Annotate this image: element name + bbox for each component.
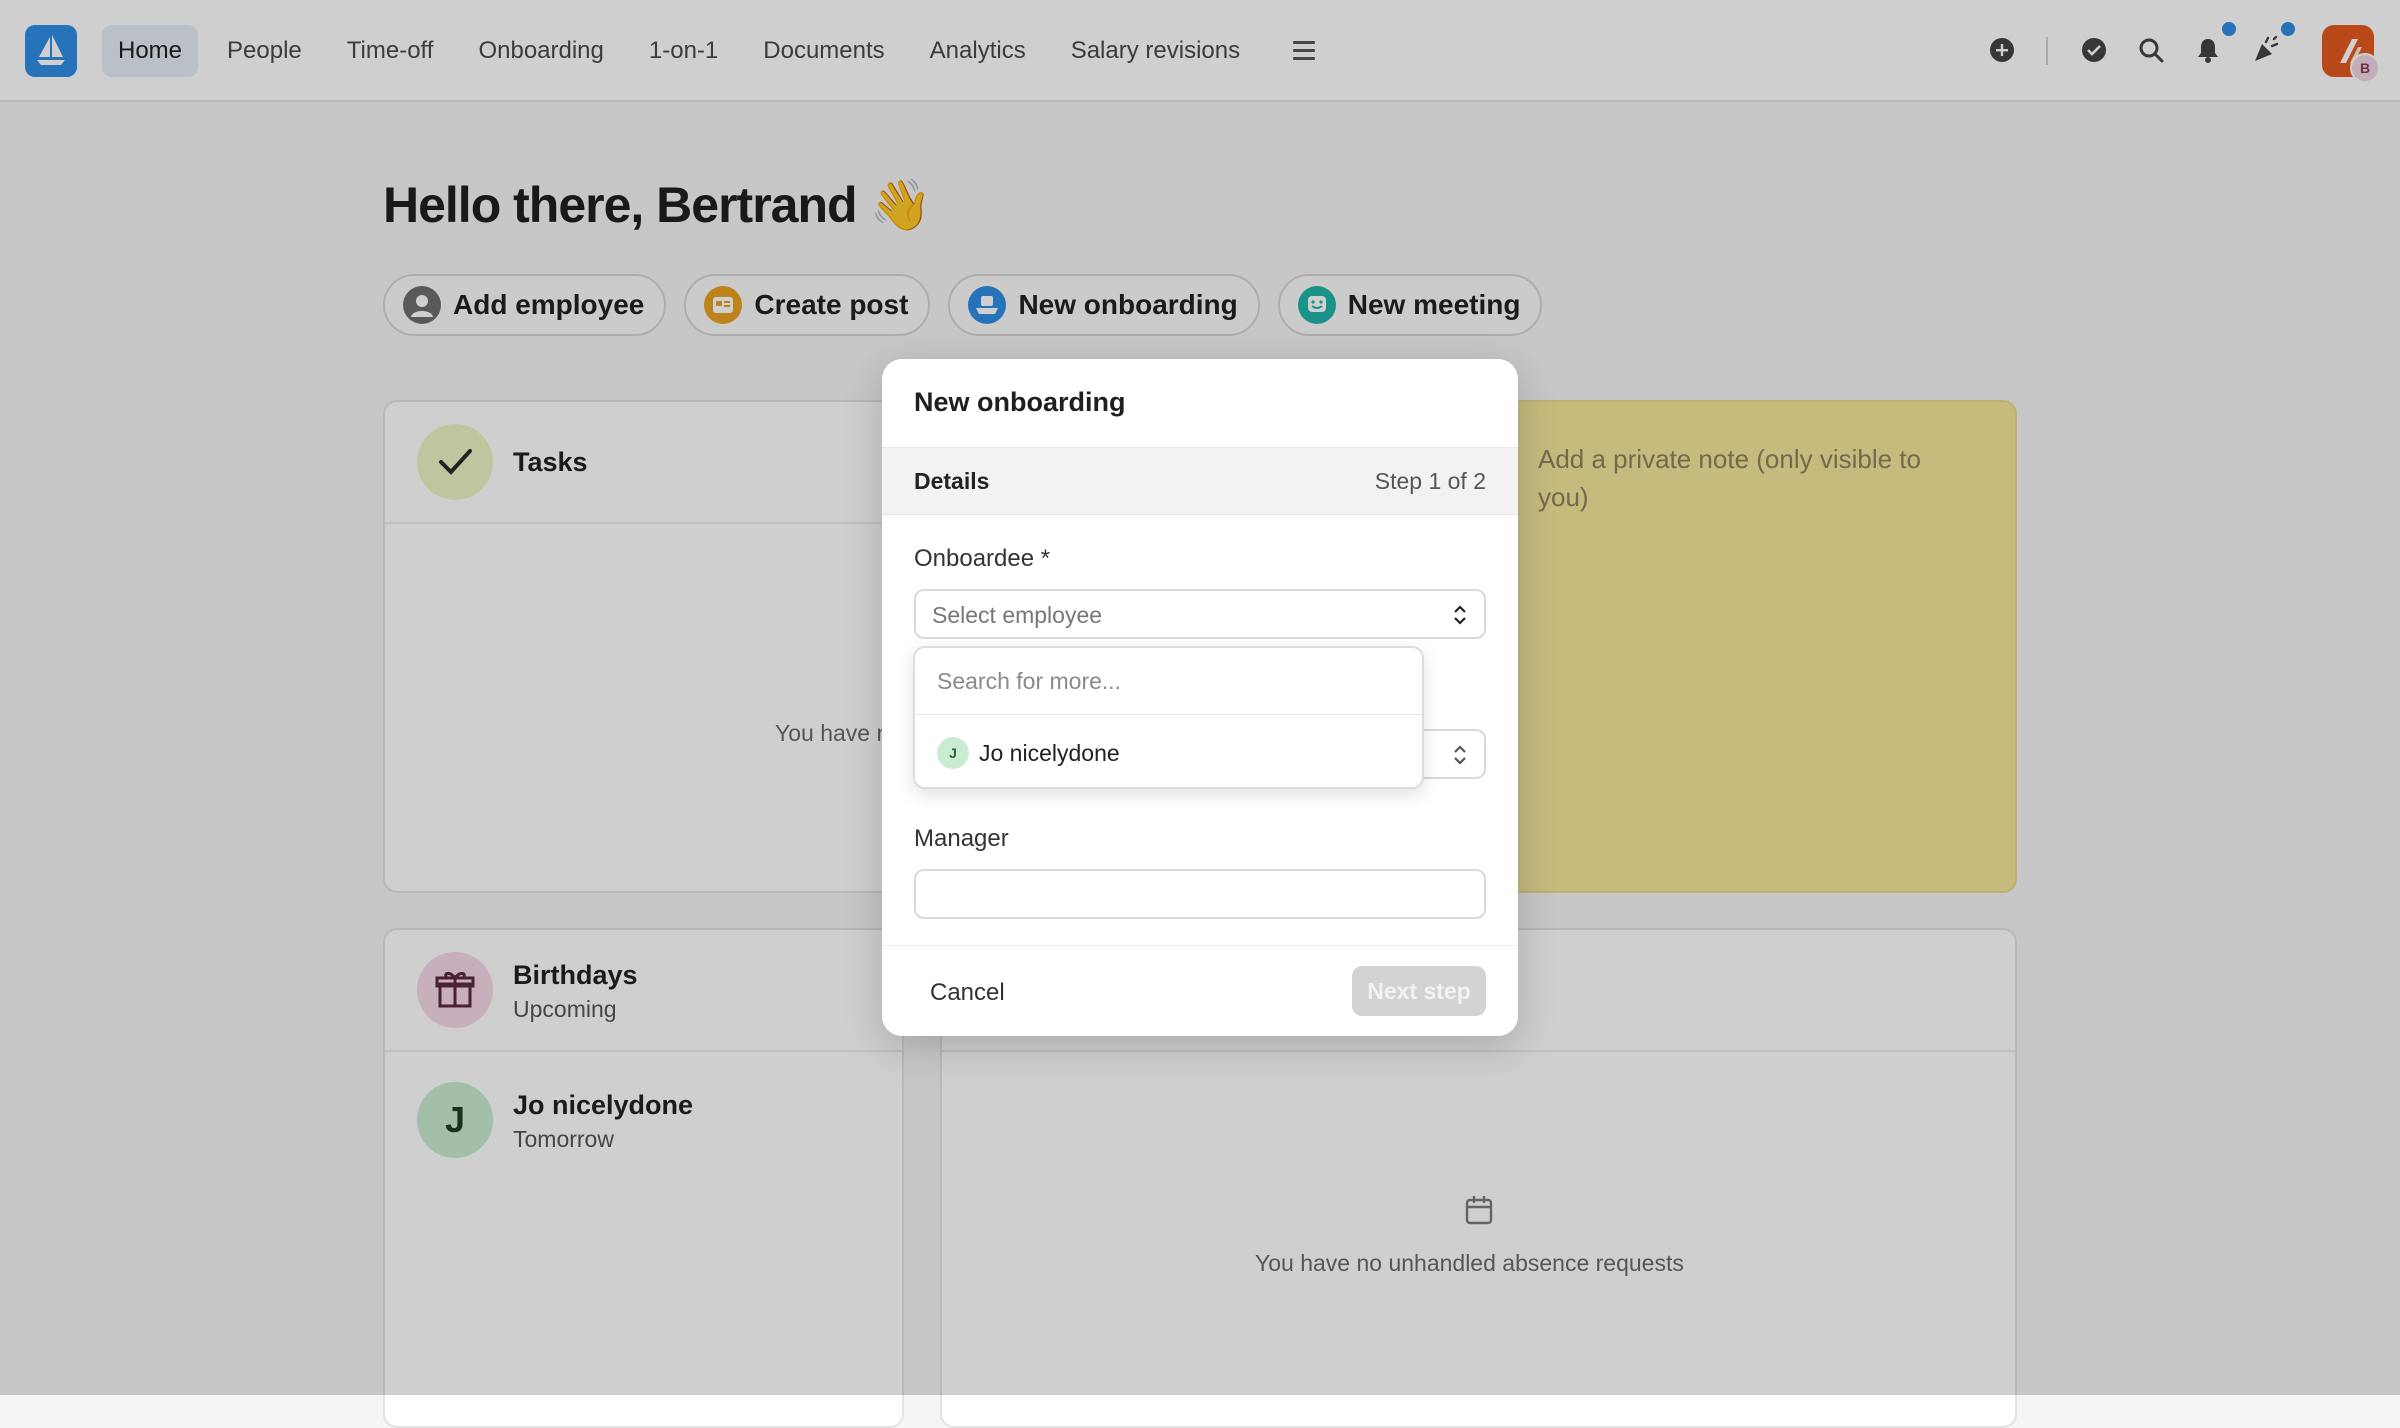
next-step-button[interactable]: Next step	[1352, 966, 1486, 1016]
dropdown-option-jo-nicelydone[interactable]: Jo nicelydone	[979, 740, 1120, 767]
onboardee-placeholder: Select employee	[932, 602, 1103, 628]
dialog-title: New onboarding	[914, 387, 1126, 417]
employee-dropdown: Search for more... J Jo nicelydone	[913, 646, 1424, 789]
chevron-up-down-icon	[1454, 605, 1466, 625]
chevron-up-down-icon	[1454, 745, 1466, 765]
dialog-footer-divider	[882, 945, 1518, 946]
step-indicator: Step 1 of 2	[1374, 468, 1486, 494]
onboardee-label: Onboardee *	[914, 545, 1051, 572]
dialog-step-bar: Details Step 1 of 2	[882, 447, 1518, 515]
onboardee-select[interactable]: Select employee	[914, 589, 1486, 639]
manager-field[interactable]	[914, 869, 1486, 919]
manager-label: Manager	[914, 825, 1009, 852]
cancel-button[interactable]: Cancel	[914, 968, 1021, 1018]
dropdown-search-input[interactable]: Search for more...	[937, 668, 1121, 695]
step-section-label: Details	[914, 468, 990, 494]
option-avatar: J	[937, 737, 969, 769]
dropdown-divider	[915, 714, 1422, 715]
